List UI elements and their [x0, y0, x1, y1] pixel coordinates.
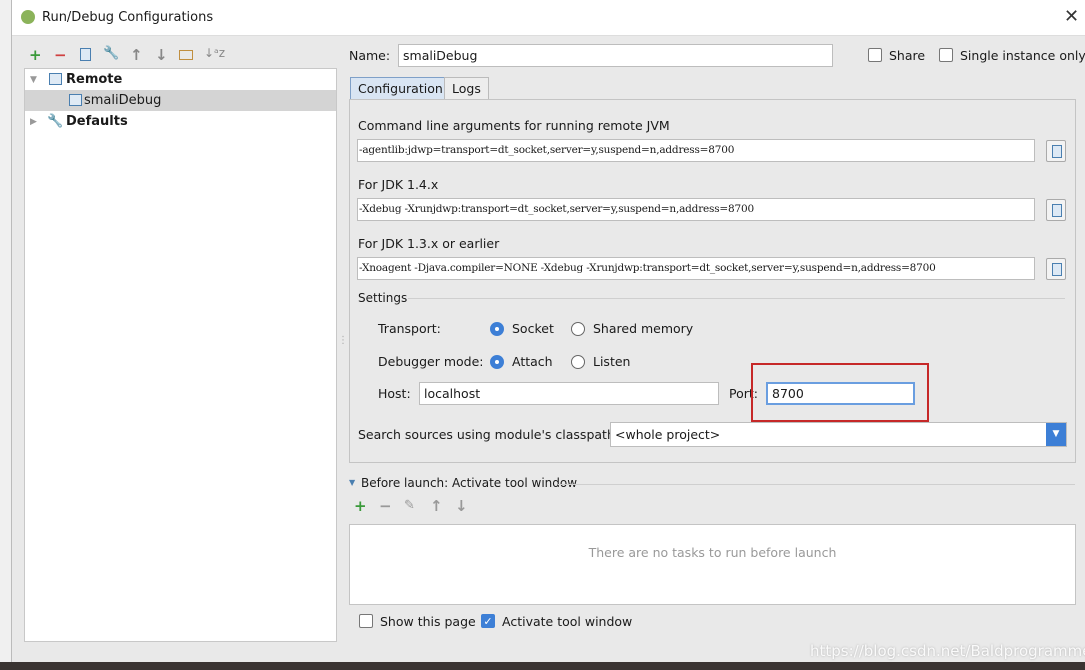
wrench-icon[interactable]: 🔧 — [103, 46, 119, 61]
mode-attach-radio[interactable] — [490, 355, 504, 369]
add-configuration-button[interactable]: + — [29, 46, 42, 64]
chevron-down-icon[interactable]: ▼ — [1046, 423, 1066, 446]
transport-socket-radio[interactable] — [490, 322, 504, 336]
splitter-handle[interactable]: ⋮ — [338, 335, 348, 346]
jdk13-label: For JDK 1.3.x or earlier — [358, 236, 500, 251]
activate-tool-window-checkbox[interactable]: ✓ — [481, 614, 495, 628]
copy-cmd-args-button[interactable] — [1046, 140, 1066, 162]
android-studio-icon — [21, 10, 35, 24]
mode-attach-label: Attach — [512, 354, 553, 369]
mode-listen-label: Listen — [593, 354, 631, 369]
share-label: Share — [889, 48, 926, 63]
jdk14-field[interactable]: -Xdebug -Xrunjdwp:transport=dt_socket,se… — [357, 198, 1035, 221]
name-input[interactable]: smaliDebug — [398, 44, 833, 67]
host-input[interactable]: localhost — [419, 382, 719, 405]
wrench-icon: 🔧 — [47, 114, 64, 129]
tree-node-label: Defaults — [66, 114, 128, 129]
classpath-select-value: <whole project> — [615, 427, 721, 442]
move-task-down-button[interactable]: ↓ — [455, 497, 468, 515]
expand-arrow-icon[interactable]: ▼ — [30, 70, 37, 91]
before-launch-task-list[interactable]: There are no tasks to run before launch — [349, 524, 1076, 605]
transport-shared-memory-radio[interactable] — [571, 322, 585, 336]
classpath-select[interactable]: <whole project> ▼ — [610, 422, 1067, 447]
add-task-button[interactable]: + — [354, 497, 367, 515]
classpath-label: Search sources using module's classpath: — [358, 427, 620, 442]
before-launch-divider — [558, 484, 1075, 485]
host-label: Host: — [378, 386, 411, 401]
copy-configuration-icon[interactable] — [80, 48, 91, 61]
window-title: Run/Debug Configurations — [42, 10, 214, 25]
jdk14-label: For JDK 1.4.x — [358, 177, 439, 192]
debugger-mode-label: Debugger mode: — [378, 354, 484, 369]
tab-configuration[interactable]: Configuration — [350, 77, 451, 100]
remove-task-button[interactable]: − — [379, 497, 392, 515]
tree-node-label: Remote — [66, 72, 123, 87]
settings-divider — [408, 298, 1065, 299]
tab-logs[interactable]: Logs — [444, 77, 489, 100]
activate-tool-window-label: Activate tool window — [502, 614, 633, 629]
settings-label: Settings — [358, 291, 408, 305]
title-bar: Run/Debug Configurations ✕ — [12, 0, 1085, 36]
edit-task-button[interactable]: ✎ — [404, 498, 415, 513]
tree-node-defaults[interactable]: ▶ 🔧 Defaults — [25, 111, 336, 132]
folder-icon[interactable] — [179, 50, 193, 60]
share-checkbox[interactable] — [868, 48, 882, 62]
tree-node-smalidebug[interactable]: smaliDebug — [25, 90, 336, 111]
copy-jdk14-button[interactable] — [1046, 199, 1066, 221]
empty-tasks-message: There are no tasks to run before launch — [588, 545, 837, 560]
show-page-label: Show this page — [380, 614, 476, 629]
mode-listen-radio[interactable] — [571, 355, 585, 369]
transport-socket-label: Socket — [512, 321, 554, 336]
move-down-button[interactable]: ↓ — [155, 46, 168, 64]
jdk13-field[interactable]: -Xnoagent -Djava.compiler=NONE -Xdebug -… — [357, 257, 1035, 280]
single-instance-label: Single instance only — [960, 48, 1085, 63]
remote-icon — [49, 73, 62, 85]
highlight-annotation-box — [751, 363, 929, 422]
move-up-button[interactable]: ↑ — [130, 46, 143, 64]
watermark: https://blog.csdn.net/Baldprogrammer — [810, 642, 1085, 660]
remote-icon — [69, 94, 82, 106]
remove-configuration-button[interactable]: − — [54, 46, 67, 64]
tree-node-remote[interactable]: ▼ Remote — [25, 69, 336, 90]
show-page-checkbox[interactable] — [359, 614, 373, 628]
taskbar-strip — [0, 662, 1085, 670]
collapse-arrow-icon[interactable]: ▼ — [349, 478, 355, 487]
collapse-arrow-icon[interactable]: ▶ — [30, 112, 37, 133]
single-instance-checkbox[interactable] — [939, 48, 953, 62]
move-task-up-button[interactable]: ↑ — [430, 497, 443, 515]
tree-node-label: smaliDebug — [84, 93, 162, 108]
transport-label: Transport: — [378, 321, 441, 336]
transport-shared-memory-label: Shared memory — [593, 321, 694, 336]
sort-icon[interactable]: ↓ᵃz — [204, 46, 225, 60]
before-launch-label[interactable]: Before launch: Activate tool window — [361, 476, 577, 490]
configuration-tree[interactable]: ▼ Remote smaliDebug ▶ 🔧 Defaults — [24, 68, 337, 642]
copy-jdk13-button[interactable] — [1046, 258, 1066, 280]
cmd-args-label: Command line arguments for running remot… — [358, 118, 670, 133]
cmd-args-field[interactable]: -agentlib:jdwp=transport=dt_socket,serve… — [357, 139, 1035, 162]
close-button[interactable]: ✕ — [1064, 6, 1079, 27]
background-window — [0, 0, 12, 670]
name-label: Name: — [349, 48, 391, 63]
